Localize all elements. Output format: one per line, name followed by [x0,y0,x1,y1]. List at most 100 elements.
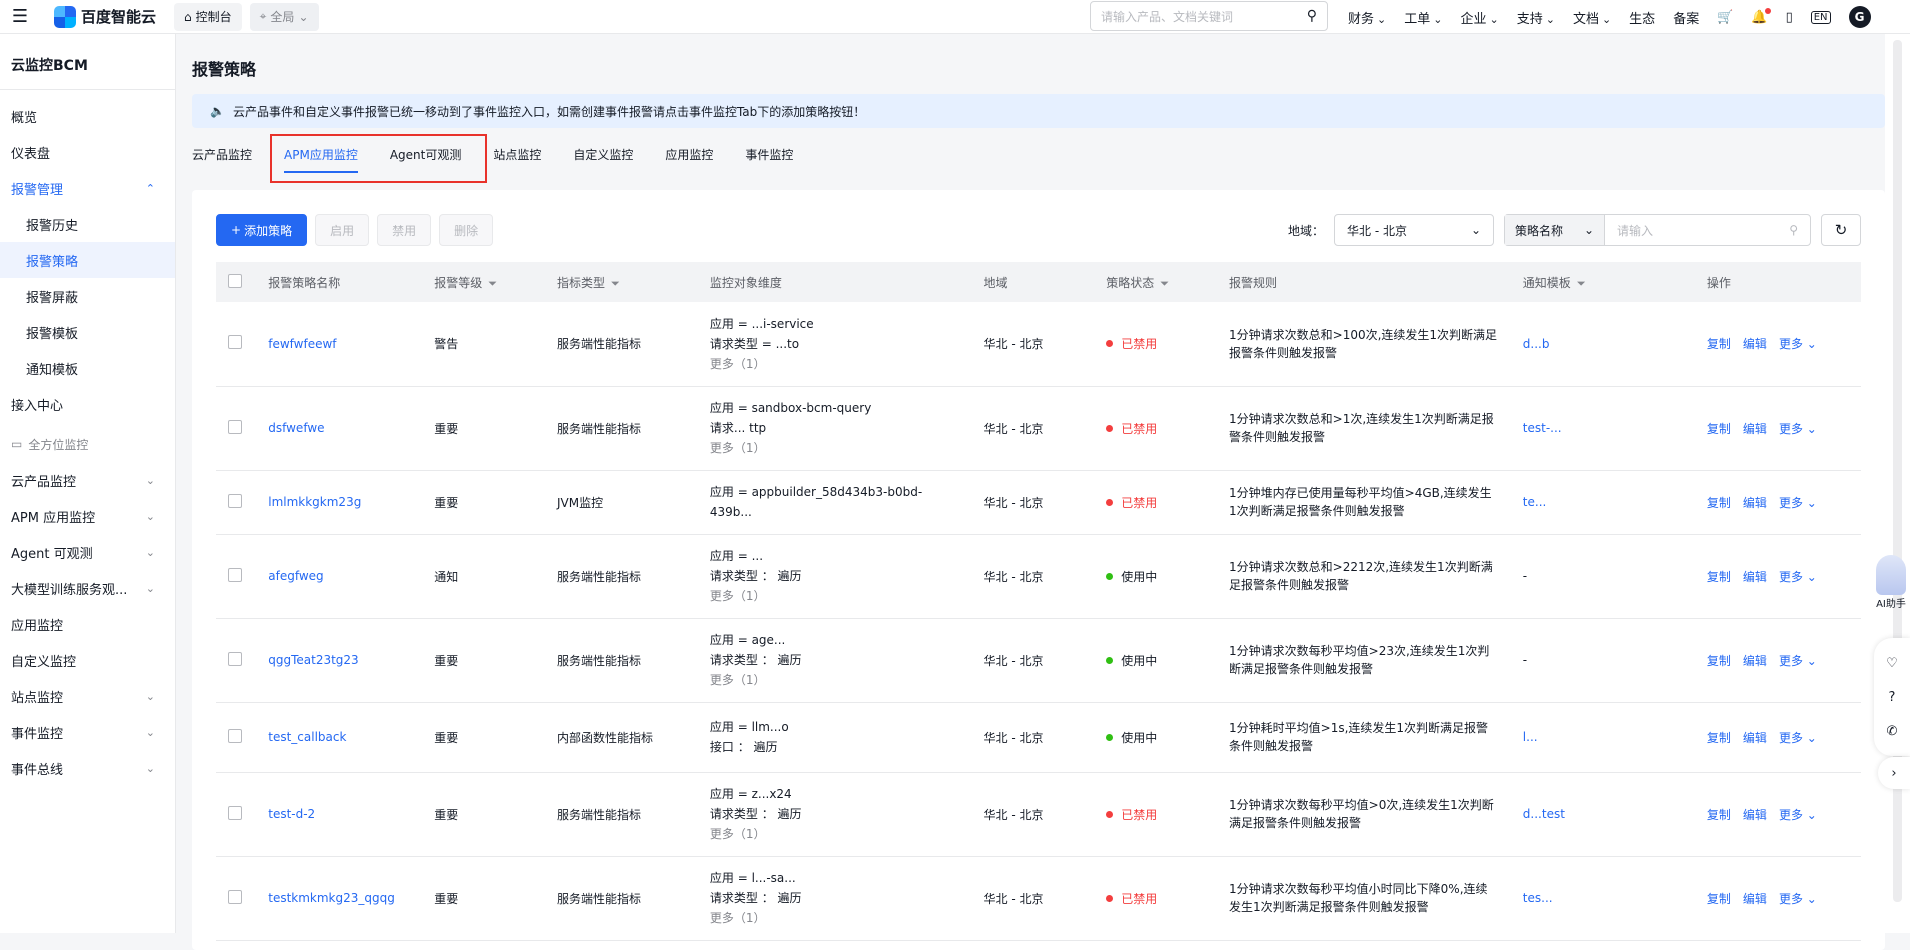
sidebar-item-alarm-history[interactable]: 报警历史 [0,206,175,242]
sidebar-item-apm[interactable]: APM 应用监控 ⌄ [0,498,175,534]
region-select[interactable]: 华北 - 北京 ⌄ [1334,214,1494,246]
console-button[interactable]: ⌂ 控制台 [174,2,242,31]
policy-name-link[interactable]: test-d-2 [268,807,315,821]
copy-button[interactable]: 复制 [1707,890,1731,907]
more-button[interactable]: 更多 ⌄ [1779,494,1817,511]
search-field-select[interactable]: 策略名称 ⌄ [1505,215,1605,245]
more-button[interactable]: 更多 ⌄ [1779,568,1817,585]
more-dimensions-link[interactable]: 更多（1） [710,438,960,458]
template-link[interactable]: tes... [1523,891,1553,905]
filter-icon[interactable]: ⏷ [611,277,620,290]
delete-button[interactable]: 删除 [439,214,494,246]
region-selector[interactable]: ⌖ 全局 ⌄ [249,2,319,31]
nav-support[interactable]: 支持 [1517,8,1555,27]
more-button[interactable]: 更多 ⌄ [1779,652,1817,669]
policy-search-input[interactable]: 请输入 ⚲ [1605,215,1810,245]
copy-button[interactable]: 复制 [1707,806,1731,823]
row-checkbox[interactable] [228,419,242,434]
template-link[interactable]: d...b [1523,337,1550,351]
more-button[interactable]: 更多 ⌄ [1779,335,1817,352]
sidebar-item-event-monitor[interactable]: 事件监控 ⌄ [0,714,175,750]
edit-button[interactable]: 编辑 [1743,806,1767,823]
more-dimensions-link[interactable]: 更多（1） [710,908,960,928]
ai-assistant[interactable]: AI助手 [1872,555,1910,610]
copy-button[interactable]: 复制 [1707,652,1731,669]
edit-button[interactable]: 编辑 [1743,652,1767,669]
search-icon[interactable]: ⚲ [1307,8,1317,24]
phone-icon[interactable]: ✆ [1887,724,1898,739]
filter-icon[interactable]: ⏷ [488,277,497,290]
sidebar-item-site-monitor[interactable]: 站点监控 ⌄ [0,678,175,714]
policy-name-link[interactable]: testkmkmkg23_qgqg [268,891,395,905]
sidebar-item-dashboard[interactable]: 仪表盘 [0,134,175,170]
mobile-icon[interactable]: ▯ [1786,10,1793,25]
template-link[interactable]: te... [1523,495,1547,509]
more-button[interactable]: 更多 ⌄ [1779,420,1817,437]
enable-button[interactable]: 启用 [315,214,370,246]
bell-icon[interactable]: 🔔 [1751,7,1771,25]
template-link[interactable]: test-... [1523,421,1562,435]
sidebar-item-access-center[interactable]: 接入中心 [0,386,175,422]
sidebar-item-app-monitor[interactable]: 应用监控 [0,606,175,642]
row-checkbox[interactable] [228,651,242,666]
chevron-right-icon[interactable]: › [1878,757,1910,789]
refresh-button[interactable]: ↻ [1821,214,1861,246]
avatar[interactable]: G [1848,6,1871,28]
copy-button[interactable]: 复制 [1707,494,1731,511]
tab-custom[interactable]: 自定义监控 [573,134,633,174]
template-link[interactable]: l... [1523,730,1538,744]
sidebar-item-cloud-product[interactable]: 云产品监控 ⌄ [0,462,175,498]
nav-filing[interactable]: 备案 [1673,8,1699,27]
filter-icon[interactable]: ⏷ [1160,277,1169,290]
tab-cloud-product[interactable]: 云产品监控 [192,134,252,174]
more-button[interactable]: 更多 ⌄ [1779,806,1817,823]
heart-icon[interactable]: ♡ [1886,656,1898,671]
more-dimensions-link[interactable]: 更多（1） [710,586,960,606]
search-icon[interactable]: ⚲ [1789,223,1798,237]
nav-enterprise[interactable]: 企业 [1460,8,1498,27]
sidebar-item-event-bus[interactable]: 事件总线 ⌄ [0,750,175,786]
policy-name-link[interactable]: afegfweg [268,569,323,583]
sidebar-item-custom-monitor[interactable]: 自定义监控 [0,642,175,678]
brand-logo[interactable]: 百度智能云 [54,5,156,28]
edit-button[interactable]: 编辑 [1743,890,1767,907]
row-checkbox[interactable] [228,805,242,820]
row-checkbox[interactable] [228,567,242,582]
policy-name-link[interactable]: test_callback [268,730,346,744]
nav-ticket[interactable]: 工单 [1404,8,1442,27]
tab-event[interactable]: 事件监控 [745,134,793,174]
more-dimensions-link[interactable]: 更多（1） [710,354,960,374]
more-dimensions-link[interactable]: 更多（1） [710,824,960,844]
edit-button[interactable]: 编辑 [1743,729,1767,746]
menu-icon[interactable]: ☰ [0,6,40,27]
template-link[interactable]: d...test [1523,807,1565,821]
sidebar-item-alarm-shield[interactable]: 报警屏蔽 [0,278,175,314]
tab-site[interactable]: 站点监控 [493,134,541,174]
nav-docs[interactable]: 文档 [1573,8,1611,27]
row-checkbox[interactable] [228,335,242,350]
sidebar-item-alarm-template[interactable]: 报警模板 [0,314,175,350]
policy-name-link[interactable]: dsfwefwe [268,421,324,435]
sidebar-item-llm-training[interactable]: 大模型训练服务观... ⌄ [0,570,175,606]
nav-finance[interactable]: 财务 [1348,8,1386,27]
select-all-checkbox[interactable] [228,273,242,288]
nav-ecosystem[interactable]: 生态 [1629,8,1655,27]
edit-button[interactable]: 编辑 [1743,335,1767,352]
policy-name-link[interactable]: lmlmkkgkm23g [268,495,361,509]
more-button[interactable]: 更多 ⌄ [1779,729,1817,746]
sidebar-item-agent[interactable]: Agent 可观测 ⌄ [0,534,175,570]
help-icon[interactable]: ? [1889,690,1896,705]
global-search-input[interactable]: 请输入产品、文档关键词 ⚲ [1090,1,1328,31]
filter-icon[interactable]: ⏷ [1577,277,1586,290]
row-checkbox[interactable] [228,493,242,508]
disable-button[interactable]: 禁用 [377,214,432,246]
sidebar-item-notify-template[interactable]: 通知模板 [0,350,175,386]
language-toggle[interactable]: EN [1810,10,1831,24]
edit-button[interactable]: 编辑 [1743,568,1767,585]
edit-button[interactable]: 编辑 [1743,494,1767,511]
copy-button[interactable]: 复制 [1707,568,1731,585]
edit-button[interactable]: 编辑 [1743,420,1767,437]
cart-icon[interactable]: 🛒 [1717,10,1733,25]
policy-name-link[interactable]: fewfwfeewf [268,337,336,351]
copy-button[interactable]: 复制 [1707,335,1731,352]
